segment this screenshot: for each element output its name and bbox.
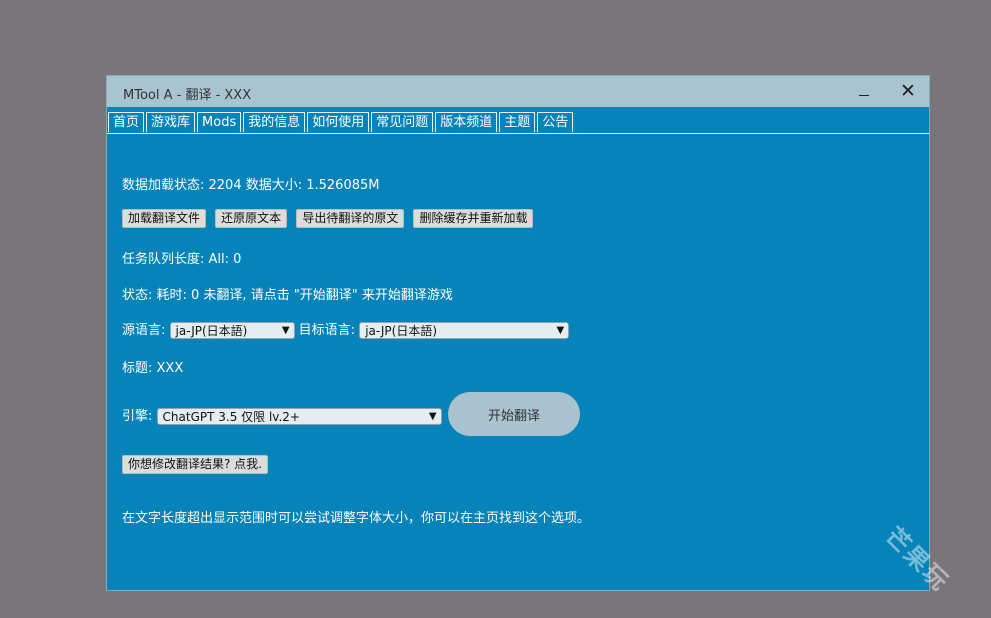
chevron-down-icon: ▼ [281, 325, 290, 336]
engine-label: 引擎: [122, 409, 153, 424]
minimize-icon [859, 95, 869, 96]
source-language-value: ja-JP(日本語) [175, 324, 248, 338]
engine-value: ChatGPT 3.5 仅限 lv.2+ [162, 410, 300, 424]
clear-cache-reload-button[interactable]: 删除缓存并重新加载 [413, 209, 534, 228]
start-translation-button[interactable]: 开始翻译 [448, 392, 580, 436]
tab-theme[interactable]: 主题 [499, 112, 536, 132]
queue-length-text: 任务队列长度: All: 0 [122, 252, 242, 267]
language-row: 源语言: ja-JP(日本語) ▼ 目标语言: ja-JP(日本語) ▼ [122, 319, 570, 339]
target-language-label: 目标语言: [298, 323, 356, 338]
target-language-select[interactable]: ja-JP(日本語) ▼ [359, 322, 570, 339]
restore-original-text-button[interactable]: 还原原文本 [215, 209, 288, 228]
tab-announcement[interactable]: 公告 [537, 112, 574, 132]
load-translation-file-button[interactable]: 加载翻译文件 [122, 209, 207, 228]
close-icon: ✕ [900, 80, 916, 102]
load-status-text: 数据加载状态: 2204 数据大小: 1.526085M [122, 178, 380, 193]
title-text: 标题: XXX [122, 361, 184, 376]
tab-version-channel[interactable]: 版本频道 [435, 112, 498, 132]
engine-select[interactable]: ChatGPT 3.5 仅限 lv.2+ ▼ [156, 408, 442, 425]
tip-text: 在文字长度超出显示范围时可以尝试调整字体大小，你可以在主页找到这个选项。 [122, 511, 591, 526]
modify-translation-button[interactable]: 你想修改翻译结果? 点我. [122, 455, 268, 474]
target-language-value: ja-JP(日本語) [365, 324, 438, 338]
export-untranslated-button[interactable]: 导出待翻译的原文 [296, 209, 405, 228]
app-window: MTool A - 翻译 - XXX ✕ 首页 游戏库 Mods 我的信息 如何… [107, 76, 929, 590]
tab-bar: 首页 游戏库 Mods 我的信息 如何使用 常见问题 版本频道 主题 公告 [108, 112, 575, 134]
tab-home[interactable]: 首页 [108, 112, 145, 132]
tab-faq[interactable]: 常见问题 [371, 112, 434, 132]
chevron-down-icon: ▼ [428, 411, 437, 422]
close-button[interactable]: ✕ [887, 76, 929, 107]
source-language-select[interactable]: ja-JP(日本語) ▼ [169, 322, 295, 339]
modify-row: 你想修改翻译结果? 点我. [122, 455, 273, 474]
tab-how-to-use[interactable]: 如何使用 [307, 112, 370, 132]
action-button-row: 加载翻译文件 还原原文本 导出待翻译的原文 删除缓存并重新加载 [122, 209, 538, 228]
tab-mods[interactable]: Mods [197, 112, 242, 132]
minimize-button[interactable] [843, 76, 885, 107]
title-bar[interactable]: MTool A - 翻译 - XXX ✕ [107, 76, 929, 107]
status-text: 状态: 耗时: 0 未翻译, 请点击 "开始翻译" 来开始翻译游戏 [122, 288, 453, 303]
tab-game-library[interactable]: 游戏库 [146, 112, 196, 132]
engine-row: 引擎: ChatGPT 3.5 仅限 lv.2+ ▼ [122, 405, 442, 425]
chevron-down-icon: ▼ [556, 325, 565, 336]
source-language-label: 源语言: [122, 323, 166, 338]
tab-divider [107, 133, 929, 134]
tab-my-info[interactable]: 我的信息 [243, 112, 306, 132]
window-title: MTool A - 翻译 - XXX [123, 88, 252, 103]
